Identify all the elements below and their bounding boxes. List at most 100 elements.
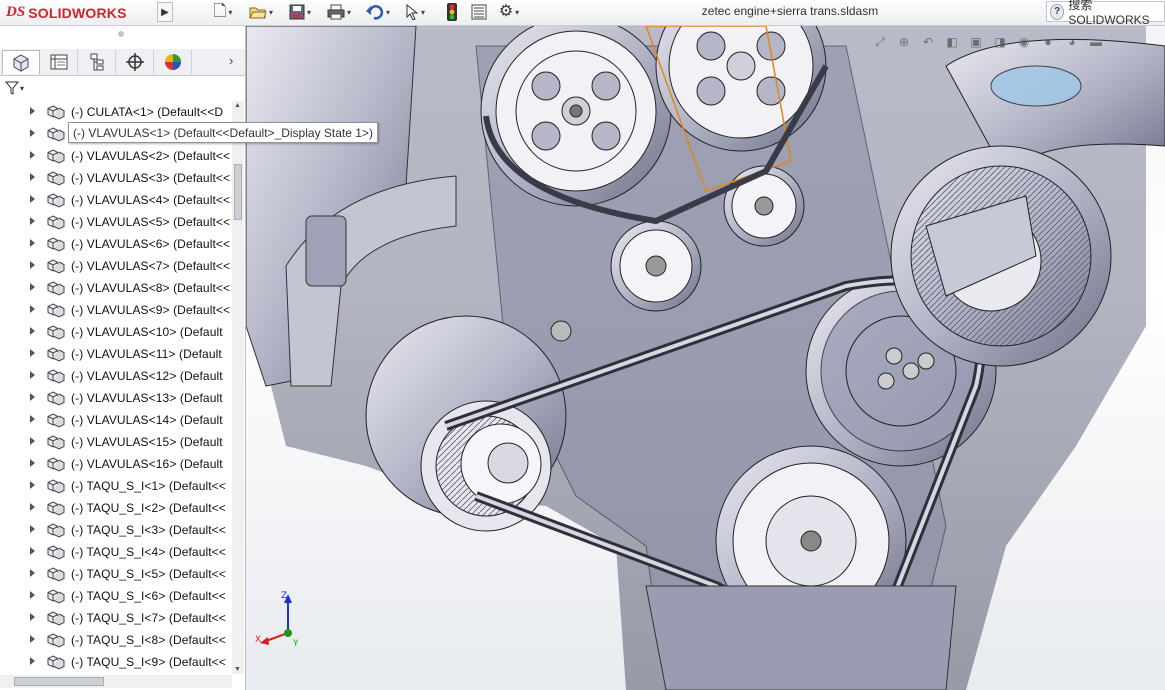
- expand-arrow-icon[interactable]: [30, 437, 35, 445]
- search-box[interactable]: ? 搜索 SOLIDWORKS: [1046, 0, 1165, 27]
- tree-item[interactable]: (-) VLAVULAS<12> (Default: [0, 365, 232, 387]
- print-button[interactable]: ▾: [323, 2, 355, 22]
- zoom-to-area-icon[interactable]: ⊕: [895, 33, 913, 51]
- expand-arrow-icon[interactable]: [30, 283, 35, 291]
- engine-assembly-model[interactable]: [246, 26, 1165, 690]
- tree-item[interactable]: (-) VLAVULAS<6> (Default<<: [0, 233, 232, 255]
- dropdown-arrow-icon[interactable]: ▾: [421, 8, 425, 17]
- tree-item[interactable]: (-) VLAVULAS<14> (Default: [0, 409, 232, 431]
- tree-item[interactable]: (-) VLAVULAS<4> (Default<<: [0, 189, 232, 211]
- expand-arrow-icon[interactable]: [30, 657, 35, 665]
- zoom-to-fit-icon[interactable]: ⤢: [871, 33, 889, 51]
- expand-arrow-icon[interactable]: [30, 349, 35, 357]
- expand-arrow-icon[interactable]: [30, 239, 35, 247]
- expand-arrow-icon[interactable]: [30, 481, 35, 489]
- dropdown-arrow-icon[interactable]: ▾: [515, 8, 519, 17]
- part-component-icon: [47, 412, 67, 428]
- vertical-scroll-thumb[interactable]: [234, 164, 242, 220]
- hide-show-items-icon[interactable]: ◉: [1015, 33, 1033, 51]
- propertymanager-tab[interactable]: [40, 50, 78, 74]
- options-button[interactable]: ⚙ ▾: [494, 2, 524, 22]
- expand-arrow-icon[interactable]: [30, 217, 35, 225]
- tree-item[interactable]: (-) VLAVULAS<2> (Default<<: [0, 145, 232, 167]
- menu-expand-arrow-button[interactable]: ▶: [157, 2, 173, 22]
- dropdown-arrow-icon[interactable]: ▾: [269, 8, 273, 17]
- tabs-overflow-arrow-icon[interactable]: ›: [229, 53, 233, 68]
- part-component-icon: [47, 588, 67, 604]
- open-button[interactable]: ▾: [245, 2, 277, 22]
- undo-button[interactable]: ▾: [362, 2, 394, 22]
- display-style-icon[interactable]: ◨: [991, 33, 1009, 51]
- configurationmanager-tab[interactable]: [78, 50, 116, 74]
- dropdown-arrow-icon[interactable]: ▾: [347, 8, 351, 17]
- tree-item[interactable]: (-) TAQU_S_I<1> (Default<<: [0, 475, 232, 497]
- expand-arrow-icon[interactable]: [30, 393, 35, 401]
- tree-item[interactable]: (-) VLAVULAS<7> (Default<<: [0, 255, 232, 277]
- dimxpert-tab[interactable]: [116, 50, 154, 74]
- expand-arrow-icon[interactable]: [30, 613, 35, 621]
- tree-filter-button[interactable]: ▾: [5, 78, 24, 98]
- scroll-up-arrow-icon[interactable]: ▲: [234, 102, 241, 109]
- expand-arrow-icon[interactable]: [30, 129, 35, 137]
- dropdown-arrow-icon[interactable]: ▾: [386, 8, 390, 17]
- edit-appearance-icon[interactable]: ●: [1039, 33, 1057, 51]
- tree-item[interactable]: (-) CULATA<1> (Default<<D: [0, 101, 232, 123]
- tree-item[interactable]: (-) VLAVULAS<9> (Default<<: [0, 299, 232, 321]
- expand-arrow-icon[interactable]: [30, 415, 35, 423]
- dropdown-arrow-icon[interactable]: ▾: [307, 8, 311, 17]
- expand-arrow-icon[interactable]: [30, 569, 35, 577]
- tree-vertical-scrollbar[interactable]: ▲ ▼: [232, 101, 244, 674]
- tree-item[interactable]: (-) VLAVULAS<3> (Default<<: [0, 167, 232, 189]
- save-button[interactable]: ▾: [284, 2, 316, 22]
- reference-triad[interactable]: Z X Y: [254, 589, 314, 649]
- dropdown-arrow-icon[interactable]: ▾: [228, 8, 232, 17]
- dropdown-arrow-icon[interactable]: ▾: [20, 84, 24, 93]
- previous-view-icon[interactable]: ↶: [919, 33, 937, 51]
- solidworks-logo[interactable]: DS SOLIDWORKS: [6, 3, 127, 22]
- apply-scene-icon[interactable]: ◕: [1063, 33, 1081, 51]
- scroll-down-arrow-icon[interactable]: ▼: [234, 666, 241, 673]
- expand-arrow-icon[interactable]: [30, 371, 35, 379]
- tree-item[interactable]: (-) VLAVULAS<11> (Default: [0, 343, 232, 365]
- expand-arrow-icon[interactable]: [30, 195, 35, 203]
- tree-item[interactable]: (-) TAQU_S_I<7> (Default<<: [0, 607, 232, 629]
- view-settings-icon[interactable]: ▬: [1087, 33, 1105, 51]
- expand-arrow-icon[interactable]: [30, 591, 35, 599]
- tree-item[interactable]: (-) VLAVULAS<8> (Default<<: [0, 277, 232, 299]
- tree-item[interactable]: (-) VLAVULAS<5> (Default<<: [0, 211, 232, 233]
- select-button[interactable]: ▾: [402, 2, 428, 22]
- expand-arrow-icon[interactable]: [30, 173, 35, 181]
- expand-arrow-icon[interactable]: [30, 459, 35, 467]
- tree-item[interactable]: (-) TAQU_S_I<5> (Default<<: [0, 563, 232, 585]
- expand-arrow-icon[interactable]: [30, 547, 35, 555]
- tree-item[interactable]: (-) VLAVULAS<13> (Default: [0, 387, 232, 409]
- tree-item[interactable]: (-) VLAVULAS<16> (Default: [0, 453, 232, 475]
- expand-arrow-icon[interactable]: [30, 261, 35, 269]
- tree-item[interactable]: (-) TAQU_S_I<4> (Default<<: [0, 541, 232, 563]
- horizontal-scroll-thumb[interactable]: [14, 677, 104, 686]
- graphics-viewport[interactable]: ⤢ ⊕ ↶ ◧ ▣ ◨ ◉ ● ◕ ▬ Z X Y: [246, 26, 1165, 690]
- expand-arrow-icon[interactable]: [30, 151, 35, 159]
- tree-horizontal-scrollbar[interactable]: [0, 675, 232, 688]
- rebuild-button[interactable]: [441, 2, 463, 22]
- view-orientation-icon[interactable]: ▣: [967, 33, 985, 51]
- expand-arrow-icon[interactable]: [30, 635, 35, 643]
- tree-item[interactable]: (-) TAQU_S_I<2> (Default<<: [0, 497, 232, 519]
- featuremanager-tab[interactable]: [2, 50, 40, 74]
- file-properties-button[interactable]: [468, 2, 490, 22]
- expand-arrow-icon[interactable]: [30, 525, 35, 533]
- expand-arrow-icon[interactable]: [30, 327, 35, 335]
- new-document-button[interactable]: 🗋 ▾: [208, 2, 238, 22]
- tree-item[interactable]: (-) TAQU_S_I<8> (Default<<: [0, 629, 232, 651]
- display-manager-tab[interactable]: [154, 50, 192, 74]
- tree-item[interactable]: (-) VLAVULAS<10> (Default: [0, 321, 232, 343]
- expand-arrow-icon[interactable]: [30, 503, 35, 511]
- tree-item[interactable]: (-) TAQU_S_I<3> (Default<<: [0, 519, 232, 541]
- tree-item[interactable]: (-) VLAVULAS<15> (Default: [0, 431, 232, 453]
- expand-arrow-icon[interactable]: [30, 305, 35, 313]
- tree-item[interactable]: (-) TAQU_S_I<9> (Default<<: [0, 651, 232, 673]
- tree-item[interactable]: (-) TAQU_S_I<6> (Default<<: [0, 585, 232, 607]
- expand-arrow-icon[interactable]: [30, 107, 35, 115]
- panel-collapse-handle[interactable]: [118, 31, 124, 37]
- section-view-icon[interactable]: ◧: [943, 33, 961, 51]
